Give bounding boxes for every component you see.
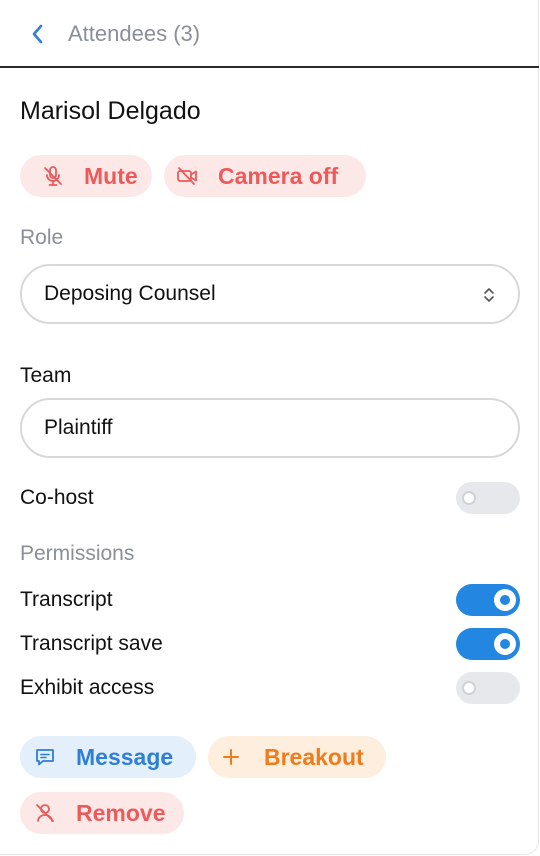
attendee-name: Marisol Delgado [20,97,201,125]
role-select[interactable]: Deposing Counsel [20,264,520,324]
toggle-knob [494,633,516,655]
permissions-label: Permissions [20,542,135,565]
mute-label: Mute [84,162,138,189]
breakout-button[interactable]: Breakout [208,736,386,778]
cohost-label: Co-host [20,486,94,509]
panel-header: Attendees (3) [0,0,539,68]
mute-button[interactable]: Mute [20,155,152,197]
permission-exhibit-access-toggle[interactable] [456,672,520,704]
permission-transcript-label: Transcript [20,588,113,611]
message-label: Message [76,743,174,770]
header-title: Attendees (3) [68,21,201,46]
message-icon [34,746,56,768]
team-label: Team [20,364,72,387]
breakout-label: Breakout [264,743,364,770]
mic-off-icon [42,165,64,187]
toggle-knob [494,589,516,611]
toggle-knob [462,491,476,505]
permission-transcript-save-toggle[interactable] [456,628,520,660]
team-input[interactable] [44,416,484,440]
permission-exhibit-access-label: Exhibit access [20,676,155,699]
cohost-toggle[interactable] [456,482,520,514]
message-button[interactable]: Message [20,736,196,778]
user-remove-icon [34,802,56,824]
back-button[interactable] [24,20,52,48]
attendee-detail-panel: Attendees (3) Marisol Delgado Mute Camer… [0,0,539,855]
role-label: Role [20,226,64,249]
video-off-icon [176,165,198,187]
toggle-knob [462,681,476,695]
permission-transcript-save-label: Transcript save [20,632,163,655]
role-value: Deposing Counsel [44,282,216,305]
camera-off-label: Camera off [218,162,339,189]
select-arrows-icon [484,288,494,302]
remove-button[interactable]: Remove [20,792,184,834]
team-field[interactable] [20,398,520,458]
plus-icon [220,746,242,768]
remove-label: Remove [76,799,166,826]
chevron-left-icon [32,24,43,44]
camera-off-button[interactable]: Camera off [164,155,366,197]
permission-transcript-toggle[interactable] [456,584,520,616]
